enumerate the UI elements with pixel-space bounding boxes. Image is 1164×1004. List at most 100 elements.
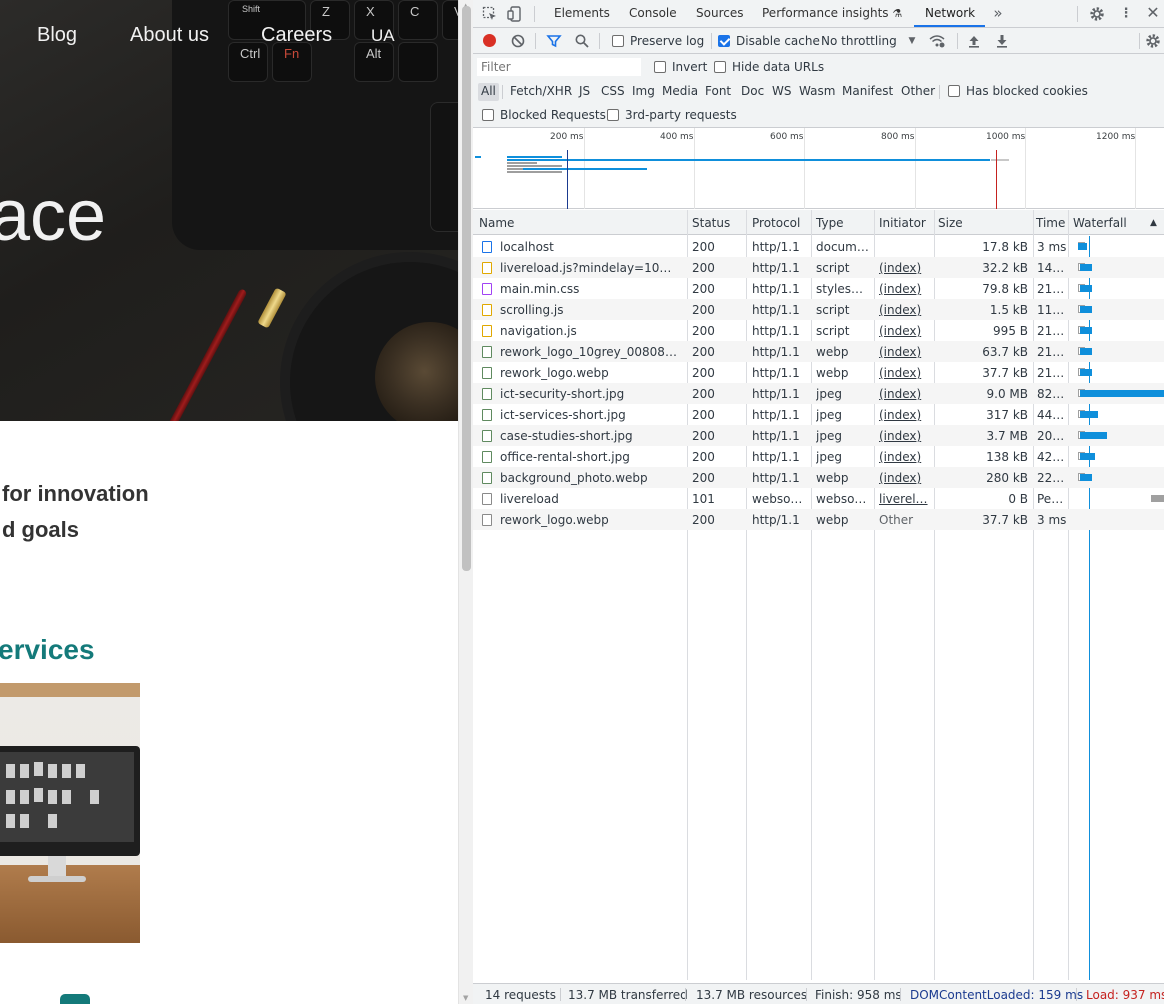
waterfall-bar[interactable] bbox=[1079, 369, 1092, 376]
preserve-log-label[interactable]: Preserve log bbox=[630, 34, 704, 48]
request-name[interactable]: rework_logo.webp bbox=[500, 513, 680, 527]
request-name[interactable]: ict-services-short.jpg bbox=[500, 408, 680, 422]
network-settings-gear-icon[interactable] bbox=[1145, 33, 1161, 49]
request-name[interactable]: scrolling.js bbox=[500, 303, 680, 317]
filter-funnel-icon[interactable] bbox=[546, 33, 562, 49]
request-initiator[interactable]: (index) bbox=[879, 408, 929, 422]
column-initiator[interactable]: Initiator bbox=[879, 216, 926, 230]
request-row[interactable]: case-studies-short.jpg 200 http/1.1 jpeg (in… bbox=[473, 425, 1164, 446]
request-initiator[interactable]: (index) bbox=[879, 282, 929, 296]
column-status[interactable]: Status bbox=[692, 216, 730, 230]
third-party-requests-checkbox[interactable] bbox=[607, 109, 619, 121]
services-image[interactable] bbox=[0, 683, 140, 943]
request-row[interactable]: ict-security-short.jpg 200 http/1.1 jpeg (in… bbox=[473, 383, 1164, 404]
inspect-element-icon[interactable] bbox=[482, 6, 498, 22]
request-row[interactable]: ict-services-short.jpg 200 http/1.1 jpeg (in… bbox=[473, 404, 1164, 425]
disable-cache-label[interactable]: Disable cache bbox=[736, 34, 820, 48]
column-size[interactable]: Size bbox=[938, 216, 963, 230]
filter-type-all[interactable]: All bbox=[478, 83, 499, 101]
language-switch-ua[interactable]: UA bbox=[371, 26, 395, 46]
tab-elements[interactable]: Elements bbox=[554, 6, 610, 20]
request-name[interactable]: rework_logo_10grey_008080.… bbox=[500, 345, 680, 359]
request-initiator[interactable]: (index) bbox=[879, 345, 929, 359]
throttling-select[interactable]: No throttling bbox=[821, 34, 897, 48]
hide-data-urls-checkbox[interactable] bbox=[714, 61, 726, 73]
request-name[interactable]: navigation.js bbox=[500, 324, 680, 338]
column-time[interactable]: Time bbox=[1036, 216, 1065, 230]
has-blocked-cookies-checkbox[interactable] bbox=[948, 85, 960, 97]
request-name[interactable]: background_photo.webp bbox=[500, 471, 680, 485]
filter-type-doc[interactable]: Doc bbox=[738, 83, 767, 101]
request-row[interactable]: scrolling.js 200 http/1.1 script (index) 1.5 … bbox=[473, 299, 1164, 320]
device-toolbar-icon[interactable] bbox=[507, 6, 523, 22]
waterfall-bar[interactable] bbox=[1079, 285, 1092, 292]
request-row[interactable]: livereload.js?mindelay=10&v=2… 200 http/1.… bbox=[473, 257, 1164, 278]
sort-ascending-icon[interactable]: ▲ bbox=[1150, 218, 1157, 228]
close-devtools-icon[interactable]: ✕ bbox=[1145, 5, 1161, 21]
preserve-log-checkbox[interactable] bbox=[612, 35, 624, 47]
request-name[interactable]: livereload bbox=[500, 492, 680, 506]
waterfall-bar[interactable] bbox=[1079, 453, 1095, 460]
request-initiator[interactable]: (index) bbox=[879, 429, 929, 443]
column-protocol[interactable]: Protocol bbox=[752, 216, 800, 230]
nav-about-link[interactable]: About us bbox=[130, 24, 209, 47]
waterfall-bar[interactable] bbox=[1080, 474, 1093, 481]
request-initiator[interactable]: (index) bbox=[879, 324, 929, 338]
page-scroll-thumb[interactable] bbox=[462, 6, 471, 571]
request-row[interactable]: office-rental-short.jpg 200 http/1.1 jpeg (i… bbox=[473, 446, 1164, 467]
filter-type-css[interactable]: CSS bbox=[598, 83, 628, 101]
waterfall-bar[interactable] bbox=[1077, 243, 1087, 250]
search-icon[interactable] bbox=[574, 33, 590, 49]
request-row[interactable]: rework_logo.webp 200 http/1.1 webp (index) 37… bbox=[473, 362, 1164, 383]
clear-log-icon[interactable] bbox=[510, 33, 526, 49]
filter-type-font[interactable]: Font bbox=[702, 83, 734, 101]
request-initiator[interactable]: Other bbox=[879, 513, 929, 527]
request-name[interactable]: localhost bbox=[500, 240, 680, 254]
nav-careers-link[interactable]: Careers bbox=[261, 24, 332, 47]
invert-label[interactable]: Invert bbox=[672, 60, 707, 74]
overview-timeline[interactable]: 200 ms 400 ms 600 ms 800 ms 1000 ms 1200… bbox=[473, 128, 1164, 209]
hide-data-urls-label[interactable]: Hide data URLs bbox=[732, 60, 824, 74]
request-initiator[interactable]: (index) bbox=[879, 303, 929, 317]
page-scrollbar[interactable]: ▲ ▼ bbox=[458, 0, 473, 1004]
column-name[interactable]: Name bbox=[479, 216, 514, 230]
filter-type-ws[interactable]: WS bbox=[769, 83, 794, 101]
record-stop-icon[interactable] bbox=[483, 34, 496, 47]
throttling-dropdown-arrow-icon[interactable]: ▼ bbox=[904, 33, 920, 49]
network-conditions-icon[interactable] bbox=[929, 33, 945, 49]
filter-type-js[interactable]: JS bbox=[576, 83, 593, 101]
tab-performance-insights[interactable]: Performance insights ⚗ bbox=[762, 6, 902, 20]
export-har-download-icon[interactable] bbox=[994, 33, 1010, 49]
column-waterfall[interactable]: Waterfall bbox=[1073, 216, 1127, 230]
tab-sources[interactable]: Sources bbox=[696, 6, 743, 20]
waterfall-bar[interactable] bbox=[1079, 327, 1092, 334]
request-row[interactable]: navigation.js 200 http/1.1 script (index) 995… bbox=[473, 320, 1164, 341]
request-row[interactable]: rework_logo.webp 200 http/1.1 webp Other 37.7… bbox=[473, 509, 1164, 530]
request-row[interactable]: localhost 200 http/1.1 docum… 17.8 kB 3 ms bbox=[473, 236, 1164, 257]
waterfall-pending-bar[interactable] bbox=[1151, 495, 1164, 502]
import-har-upload-icon[interactable] bbox=[966, 33, 982, 49]
filter-input[interactable] bbox=[477, 58, 641, 76]
third-party-requests-label[interactable]: 3rd-party requests bbox=[625, 108, 737, 122]
filter-type-img[interactable]: Img bbox=[629, 83, 658, 101]
waterfall-bar[interactable] bbox=[1079, 306, 1092, 313]
blocked-requests-checkbox[interactable] bbox=[482, 109, 494, 121]
more-tabs-chevron-icon[interactable]: » bbox=[990, 5, 1006, 21]
request-initiator[interactable]: (index) bbox=[879, 450, 929, 464]
request-name[interactable]: livereload.js?mindelay=10&v=2… bbox=[500, 261, 680, 275]
invert-checkbox[interactable] bbox=[654, 61, 666, 73]
request-initiator[interactable]: (index) bbox=[879, 471, 929, 485]
waterfall-bar[interactable] bbox=[1079, 348, 1092, 355]
request-name[interactable]: rework_logo.webp bbox=[500, 366, 680, 380]
filter-type-manifest[interactable]: Manifest bbox=[839, 83, 896, 101]
nav-blog-link[interactable]: Blog bbox=[37, 24, 77, 47]
request-row[interactable]: rework_logo_10grey_008080.… 200 http/1.1 we… bbox=[473, 341, 1164, 362]
filter-type-wasm[interactable]: Wasm bbox=[796, 83, 838, 101]
request-name[interactable]: ict-security-short.jpg bbox=[500, 387, 680, 401]
waterfall-bar[interactable] bbox=[1079, 432, 1107, 439]
request-name[interactable]: main.min.css bbox=[500, 282, 680, 296]
tab-console[interactable]: Console bbox=[629, 6, 677, 20]
waterfall-bar[interactable] bbox=[1079, 411, 1098, 418]
filter-type-other[interactable]: Other bbox=[898, 83, 938, 101]
tab-network[interactable]: Network bbox=[925, 6, 975, 20]
